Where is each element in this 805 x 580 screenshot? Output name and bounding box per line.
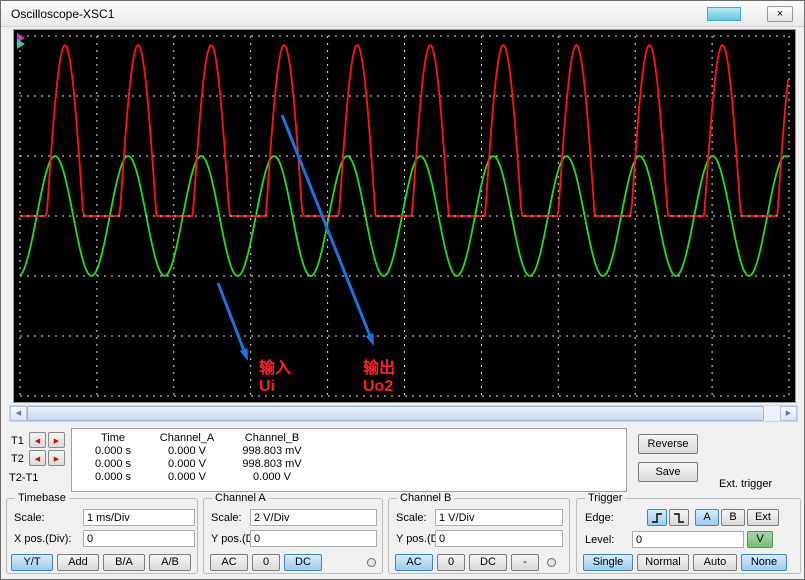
t1-label: T1 [11, 435, 24, 447]
t2-left-icon: ◀ [35, 456, 40, 463]
svg-text:Uo2: Uo2 [363, 378, 393, 395]
t1-values-row: 0.000 s 0.000 V 998.803 mV [78, 444, 318, 457]
rising-edge-icon [648, 511, 666, 525]
channel-b-scale-input[interactable] [435, 509, 563, 526]
timebase-group-title: Timebase [15, 492, 69, 504]
channel-b-dc-button[interactable]: DC [469, 554, 507, 571]
scope-display: 输入Ui 输出Uo2 [14, 30, 795, 402]
channel-a-group: Channel A Scale: Y pos.(Div): AC 0 DC [203, 498, 383, 574]
svg-text:输入: 输入 [259, 358, 291, 377]
t1-time: 0.000 s [78, 444, 148, 457]
close-button[interactable]: × [767, 6, 793, 22]
reverse-button[interactable]: Reverse [638, 434, 698, 454]
measurement-header-row: Time Channel_A Channel_B [78, 431, 318, 444]
trigger-mode-auto-button[interactable]: Auto [693, 554, 737, 571]
t2-t1-label: T2-T1 [9, 472, 38, 484]
timebase-add-button[interactable]: Add [57, 554, 99, 571]
channel-a-zero-button[interactable]: 0 [252, 554, 280, 571]
trigger-mode-single-button[interactable]: Single [583, 554, 633, 571]
channel-b-group: Channel B Scale: Y pos.(Div): AC 0 DC - [388, 498, 570, 574]
timebase-xpos-input[interactable] [83, 530, 195, 547]
trigger-mode-none-button[interactable]: None [741, 554, 787, 571]
channel-a-dc-button[interactable]: DC [284, 554, 322, 571]
timebase-ab-button[interactable]: A/B [149, 554, 191, 571]
channel-b-terminal-indicator [547, 558, 556, 567]
channel-a-ac-button[interactable]: AC [210, 554, 248, 571]
t1-right-icon: ▶ [54, 438, 59, 445]
channel-a-ypos-input[interactable] [250, 530, 377, 547]
scroll-right-button[interactable]: ▶ [780, 406, 797, 421]
t1-left-icon: ◀ [35, 438, 40, 445]
t2-t1-values-row: 0.000 s 0.000 V 0.000 V [78, 470, 318, 483]
close-icon: × [777, 8, 783, 20]
column-channel-b: Channel_B [226, 431, 318, 444]
svg-text:Ui: Ui [259, 378, 275, 395]
column-time: Time [78, 431, 148, 444]
scroll-left-icon: ◀ [16, 410, 21, 417]
scroll-left-button[interactable]: ◀ [10, 406, 27, 421]
channel-a-scale-input[interactable] [250, 509, 377, 526]
t1-left-button[interactable]: ◀ [29, 432, 46, 448]
measurement-readout: Time Channel_A Channel_B 0.000 s 0.000 V… [71, 428, 627, 492]
t2-channel-b: 998.803 mV [226, 457, 318, 470]
t2-t1-channel-b: 0.000 V [226, 470, 318, 483]
timebase-group: Timebase Scale: X pos.(Div): Y/T Add B/A… [6, 498, 198, 574]
channel-a-group-title: Channel A [212, 492, 269, 504]
trigger-edge-label: Edge: [585, 512, 614, 524]
trigger-rising-edge-button[interactable] [647, 509, 667, 526]
t2-left-button[interactable]: ◀ [29, 450, 46, 466]
trigger-level-input[interactable] [632, 531, 744, 548]
t2-t1-time: 0.000 s [78, 470, 148, 483]
t2-time: 0.000 s [78, 457, 148, 470]
t2-label: T2 [11, 453, 24, 465]
trigger-level-label: Level: [585, 534, 614, 546]
save-button[interactable]: Save [638, 462, 698, 482]
trigger-group: Trigger Edge: A B Ext Level: V Single No… [576, 498, 801, 574]
timebase-scale-input[interactable] [83, 509, 195, 526]
t1-channel-b: 998.803 mV [226, 444, 318, 457]
t1-right-button[interactable]: ▶ [48, 432, 65, 448]
timebase-scale-label: Scale: [14, 512, 45, 524]
t2-right-button[interactable]: ▶ [48, 450, 65, 466]
svg-text:输出: 输出 [363, 358, 395, 377]
scrollbar-thumb[interactable] [27, 406, 764, 421]
timebase-xpos-label: X pos.(Div): [14, 533, 71, 545]
t2-right-icon: ▶ [54, 456, 59, 463]
channel-b-scale-label: Scale: [396, 512, 427, 524]
trigger-level-unit-select[interactable]: V [747, 531, 773, 548]
t2-t1-channel-a: 0.000 V [148, 470, 226, 483]
column-channel-a: Channel_A [148, 431, 226, 444]
trigger-mode-normal-button[interactable]: Normal [637, 554, 689, 571]
trigger-source-b-button[interactable]: B [721, 509, 745, 526]
scroll-right-icon: ▶ [786, 410, 791, 417]
channel-b-zero-button[interactable]: 0 [437, 554, 465, 571]
horizontal-scrollbar[interactable]: ◀ ▶ [9, 405, 798, 422]
trigger-source-a-button[interactable]: A [695, 509, 719, 526]
titlebar-accent [707, 7, 741, 21]
channel-a-scale-label: Scale: [211, 512, 242, 524]
scope-display-frame: 输入Ui 输出Uo2 [13, 29, 796, 403]
window-title: Oscilloscope-XSC1 [11, 7, 114, 21]
falling-edge-icon [670, 511, 688, 525]
channel-a-terminal-indicator [367, 558, 376, 567]
timebase-ba-button[interactable]: B/A [103, 554, 145, 571]
channel-b-ypos-input[interactable] [435, 530, 563, 547]
channel-b-minus-button[interactable]: - [511, 554, 539, 571]
t1-channel-a: 0.000 V [148, 444, 226, 457]
titlebar[interactable]: Oscilloscope-XSC1 × [1, 1, 804, 27]
timebase-yt-button[interactable]: Y/T [11, 554, 53, 571]
t2-values-row: 0.000 s 0.000 V 998.803 mV [78, 457, 318, 470]
channel-b-ac-button[interactable]: AC [395, 554, 433, 571]
channel-b-group-title: Channel B [397, 492, 454, 504]
trigger-source-ext-button[interactable]: Ext [747, 509, 779, 526]
ext-trigger-label: Ext. trigger [719, 478, 772, 490]
trigger-falling-edge-button[interactable] [669, 509, 689, 526]
oscilloscope-window: Oscilloscope-XSC1 × 输入Ui 输出Uo2 ◀ ▶ T1 ◀ ▶… [0, 0, 805, 580]
measurement-table: Time Channel_A Channel_B 0.000 s 0.000 V… [78, 431, 318, 483]
t2-channel-a: 0.000 V [148, 457, 226, 470]
trigger-group-title: Trigger [585, 492, 625, 504]
